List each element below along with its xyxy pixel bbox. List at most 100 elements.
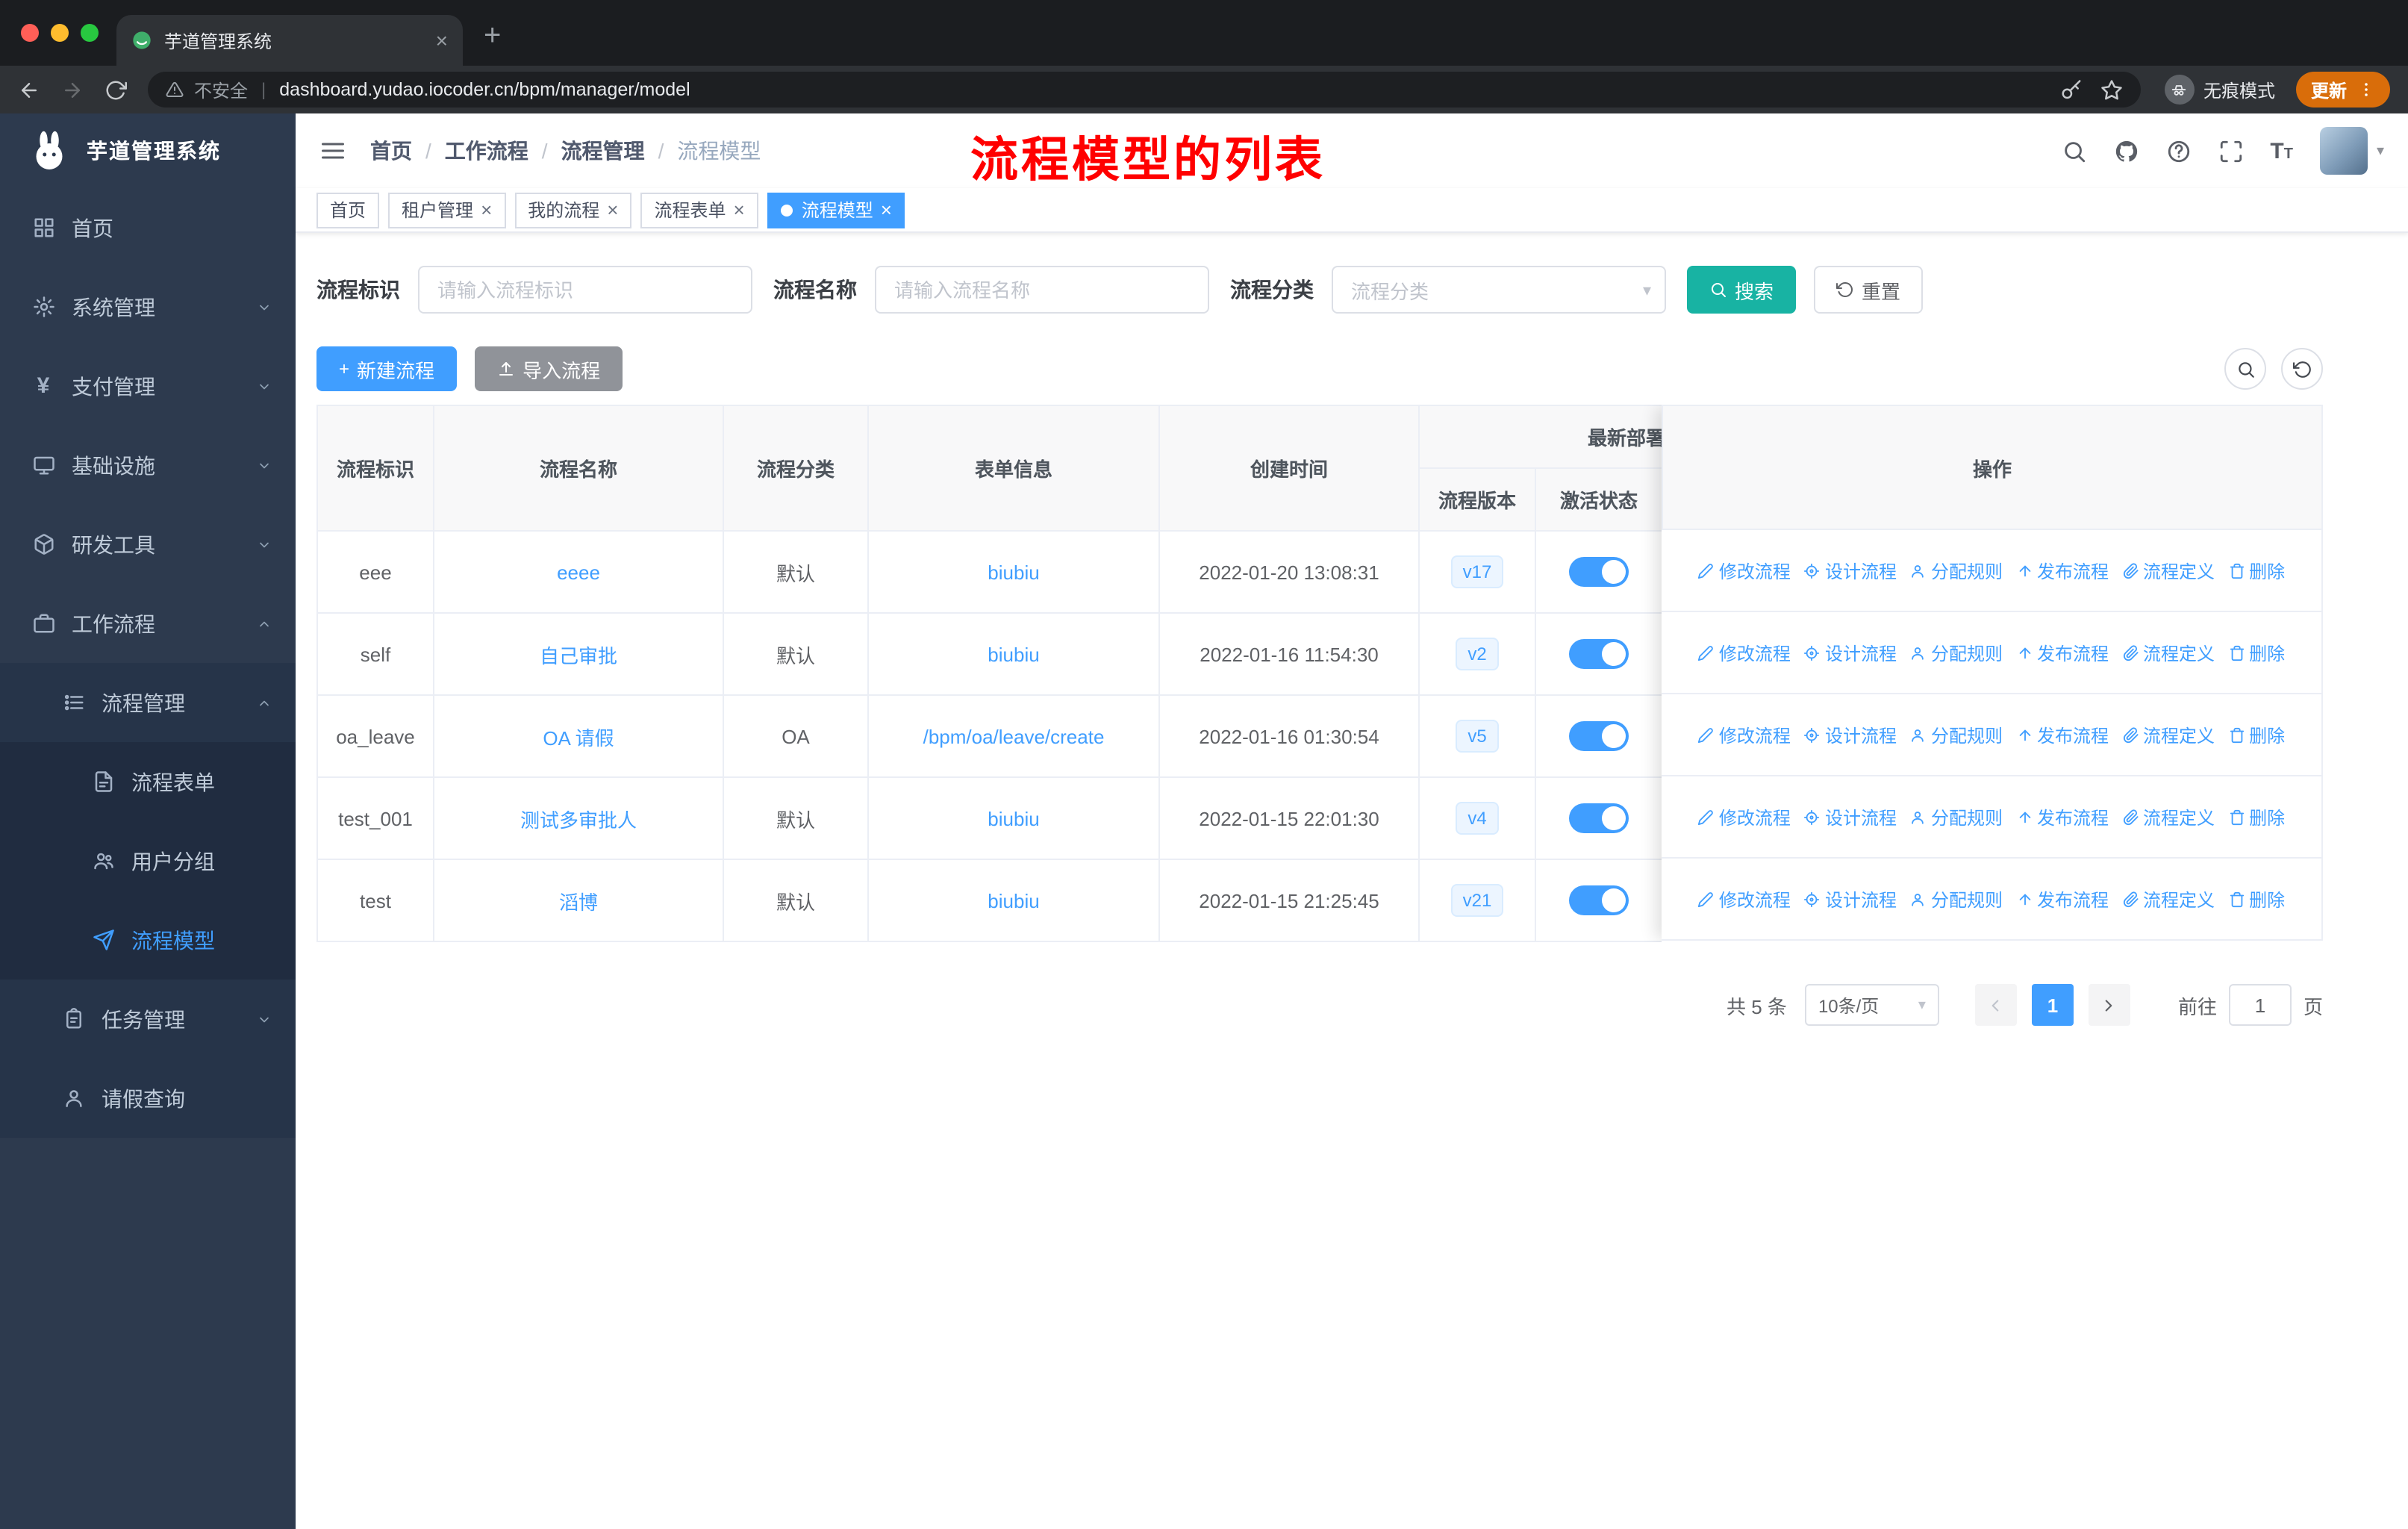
page-size-select[interactable]: 10条/页 ▾: [1804, 984, 1939, 1026]
reset-button[interactable]: 重置: [1814, 266, 1924, 314]
sidebar-item-task-management[interactable]: 任务管理: [0, 980, 296, 1059]
sidebar-item-process-model[interactable]: 流程模型: [0, 900, 296, 980]
process-name-link[interactable]: OA 请假: [543, 726, 614, 749]
search-icon[interactable]: [2061, 138, 2086, 164]
app-logo[interactable]: 芋道管理系统: [0, 113, 296, 188]
action-definition[interactable]: 流程定义: [2122, 640, 2215, 665]
action-publish[interactable]: 发布流程: [2016, 640, 2109, 665]
sidebar-item-infrastructure[interactable]: 基础设施: [0, 426, 296, 505]
forward-icon[interactable]: [61, 78, 84, 101]
sidebar-item-user-group[interactable]: 用户分组: [0, 821, 296, 900]
prev-page-button[interactable]: [1974, 984, 2017, 1026]
sidebar-item-leave-query[interactable]: 请假查询: [0, 1059, 296, 1138]
action-edit[interactable]: 修改流程: [1698, 640, 1791, 665]
action-delete[interactable]: 删除: [2228, 886, 2285, 912]
action-edit[interactable]: 修改流程: [1698, 558, 1791, 583]
action-edit[interactable]: 修改流程: [1698, 722, 1791, 747]
toggle-search-button[interactable]: [2224, 348, 2266, 390]
form-info-link[interactable]: /bpm/oa/leave/create: [923, 725, 1105, 747]
refresh-table-button[interactable]: [2281, 348, 2323, 390]
key-icon[interactable]: [2060, 78, 2083, 101]
process-name-input[interactable]: [875, 266, 1209, 314]
action-publish[interactable]: 发布流程: [2016, 558, 2109, 583]
process-name-link[interactable]: 自己审批: [540, 644, 617, 667]
browser-tab[interactable]: 芋道管理系统 ×: [116, 15, 463, 66]
action-definition[interactable]: 流程定义: [2122, 722, 2215, 747]
action-design[interactable]: 设计流程: [1804, 804, 1897, 829]
action-design[interactable]: 设计流程: [1804, 722, 1897, 747]
tag-process-model[interactable]: 流程模型 ×: [767, 192, 905, 228]
sidebar-item-devtools[interactable]: 研发工具: [0, 505, 296, 584]
action-assign[interactable]: 分配规则: [1910, 804, 2003, 829]
tag-my-process[interactable]: 我的流程 ×: [514, 192, 632, 228]
sidebar-item-workflow[interactable]: 工作流程: [0, 584, 296, 663]
action-design[interactable]: 设计流程: [1804, 640, 1897, 665]
process-name-link[interactable]: eeee: [557, 561, 600, 583]
action-publish[interactable]: 发布流程: [2016, 886, 2109, 912]
process-name-link[interactable]: 测试多审批人: [520, 809, 637, 831]
action-definition[interactable]: 流程定义: [2122, 886, 2215, 912]
action-assign[interactable]: 分配规则: [1910, 722, 2003, 747]
close-icon[interactable]: ×: [481, 199, 492, 221]
github-icon[interactable]: [2113, 138, 2139, 164]
action-definition[interactable]: 流程定义: [2122, 558, 2215, 583]
sidebar-item-payment[interactable]: ¥ 支付管理: [0, 346, 296, 426]
active-toggle[interactable]: [1569, 557, 1629, 587]
sidebar-item-home[interactable]: 首页: [0, 188, 296, 267]
action-edit[interactable]: 修改流程: [1698, 886, 1791, 912]
breadcrumb-item[interactable]: 首页: [370, 136, 412, 166]
action-publish[interactable]: 发布流程: [2016, 722, 2109, 747]
form-info-link[interactable]: biubiu: [988, 561, 1039, 583]
bookmark-star-icon[interactable]: [2100, 78, 2123, 101]
tag-home[interactable]: 首页: [316, 192, 380, 228]
action-publish[interactable]: 发布流程: [2016, 804, 2109, 829]
browser-menu-icon[interactable]: [2357, 81, 2375, 99]
form-info-link[interactable]: biubiu: [988, 889, 1039, 912]
sidebar-item-process-management[interactable]: 流程管理: [0, 663, 296, 742]
browser-update-button[interactable]: 更新: [2295, 72, 2390, 108]
action-assign[interactable]: 分配规则: [1910, 640, 2003, 665]
action-definition[interactable]: 流程定义: [2122, 804, 2215, 829]
action-edit[interactable]: 修改流程: [1698, 804, 1791, 829]
close-window-button[interactable]: [21, 24, 39, 42]
hamburger-icon[interactable]: [319, 137, 346, 164]
form-info-link[interactable]: biubiu: [988, 643, 1039, 665]
fullscreen-icon[interactable]: [2218, 138, 2243, 164]
action-delete[interactable]: 删除: [2228, 640, 2285, 665]
process-name-link[interactable]: 滔博: [559, 891, 598, 913]
action-design[interactable]: 设计流程: [1804, 558, 1897, 583]
goto-page-input[interactable]: [2228, 984, 2292, 1026]
sidebar-item-system[interactable]: 系统管理: [0, 267, 296, 346]
search-button[interactable]: 搜索: [1687, 266, 1797, 314]
close-icon[interactable]: ×: [607, 199, 618, 221]
close-icon[interactable]: ×: [881, 199, 892, 221]
font-size-icon[interactable]: TT: [2270, 138, 2293, 164]
action-delete[interactable]: 删除: [2228, 558, 2285, 583]
active-toggle[interactable]: [1569, 885, 1629, 915]
next-page-button[interactable]: [2088, 984, 2130, 1026]
tag-tenant-management[interactable]: 租户管理 ×: [388, 192, 506, 228]
user-menu[interactable]: ▾: [2319, 127, 2384, 175]
tab-close-icon[interactable]: ×: [436, 28, 448, 52]
active-toggle[interactable]: [1569, 639, 1629, 669]
zoom-window-button[interactable]: [81, 24, 99, 42]
page-number-1[interactable]: 1: [2031, 984, 2074, 1026]
address-bar[interactable]: 不安全 | dashboard.yudao.iocoder.cn/bpm/man…: [148, 72, 2141, 108]
new-tab-button[interactable]: +: [484, 19, 501, 54]
help-icon[interactable]: [2165, 138, 2191, 164]
reload-icon[interactable]: [105, 78, 127, 101]
back-icon[interactable]: [18, 78, 40, 101]
minimize-window-button[interactable]: [51, 24, 69, 42]
action-design[interactable]: 设计流程: [1804, 886, 1897, 912]
action-assign[interactable]: 分配规则: [1910, 558, 2003, 583]
action-delete[interactable]: 删除: [2228, 722, 2285, 747]
process-key-input[interactable]: [418, 266, 752, 314]
sidebar-item-process-form[interactable]: 流程表单: [0, 742, 296, 821]
tag-process-form[interactable]: 流程表单 ×: [640, 192, 758, 228]
category-select[interactable]: 流程分类 ▾: [1332, 266, 1666, 314]
import-process-button[interactable]: 导入流程: [475, 346, 623, 391]
action-delete[interactable]: 删除: [2228, 804, 2285, 829]
active-toggle[interactable]: [1569, 721, 1629, 751]
breadcrumb-item[interactable]: 流程管理: [561, 136, 645, 166]
breadcrumb-item[interactable]: 工作流程: [445, 136, 528, 166]
